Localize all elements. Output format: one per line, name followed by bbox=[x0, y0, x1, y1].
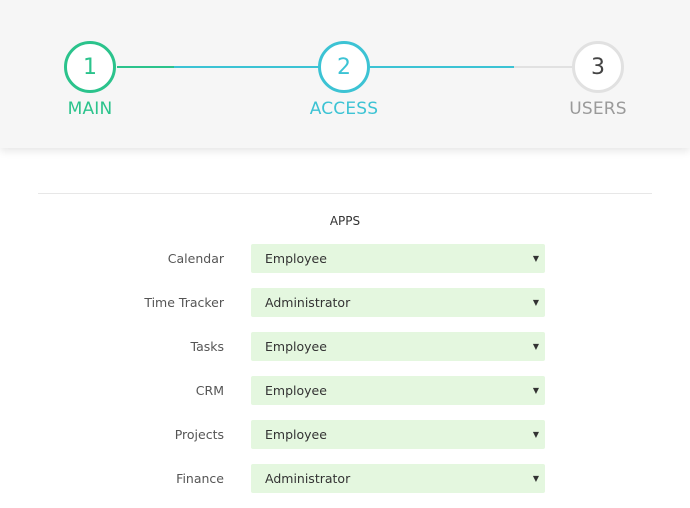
section-divider bbox=[38, 193, 652, 194]
calendar-role-select[interactable]: Employee ▼ bbox=[251, 244, 545, 273]
apps-section-title: APPS bbox=[329, 214, 361, 228]
select-value: Employee bbox=[265, 427, 327, 442]
app-row-tasks: Tasks Employee ▼ bbox=[0, 332, 690, 361]
step-3-label: USERS bbox=[569, 99, 627, 119]
step-1-label: MAIN bbox=[67, 99, 113, 119]
caret-down-icon: ▼ bbox=[532, 298, 539, 307]
select-value: Administrator bbox=[265, 295, 351, 310]
step-1-circle[interactable]: 1 bbox=[64, 41, 116, 93]
step-2-circle[interactable]: 2 bbox=[318, 41, 370, 93]
app-row-finance: Finance Administrator ▼ bbox=[0, 464, 690, 493]
finance-role-select[interactable]: Administrator ▼ bbox=[251, 464, 545, 493]
apps-permissions-list: Calendar Employee ▼ Time Tracker Adminis… bbox=[0, 244, 690, 508]
app-label: Time Tracker bbox=[144, 295, 224, 310]
time-tracker-role-select[interactable]: Administrator ▼ bbox=[251, 288, 545, 317]
caret-down-icon: ▼ bbox=[532, 254, 539, 263]
app-row-calendar: Calendar Employee ▼ bbox=[0, 244, 690, 273]
select-value: Employee bbox=[265, 251, 327, 266]
app-label: Projects bbox=[174, 427, 224, 442]
caret-down-icon: ▼ bbox=[532, 430, 539, 439]
progress-line-active-right bbox=[370, 66, 514, 68]
app-label: Calendar bbox=[167, 251, 224, 266]
step-2-label: ACCESS bbox=[309, 99, 379, 119]
caret-down-icon: ▼ bbox=[532, 342, 539, 351]
app-label: Finance bbox=[176, 471, 224, 486]
app-row-crm: CRM Employee ▼ bbox=[0, 376, 690, 405]
caret-down-icon: ▼ bbox=[532, 386, 539, 395]
progress-line-pending bbox=[514, 66, 573, 68]
progress-line-completed bbox=[117, 66, 174, 68]
app-row-time-tracker: Time Tracker Administrator ▼ bbox=[0, 288, 690, 317]
projects-role-select[interactable]: Employee ▼ bbox=[251, 420, 545, 449]
select-value: Employee bbox=[265, 339, 327, 354]
app-label: Tasks bbox=[190, 339, 225, 354]
caret-down-icon: ▼ bbox=[532, 474, 539, 483]
app-row-projects: Projects Employee ▼ bbox=[0, 420, 690, 449]
tasks-role-select[interactable]: Employee ▼ bbox=[251, 332, 545, 361]
app-label: CRM bbox=[195, 383, 224, 398]
step-3-circle[interactable]: 3 bbox=[572, 41, 624, 93]
select-value: Administrator bbox=[265, 471, 351, 486]
select-value: Employee bbox=[265, 383, 327, 398]
progress-line-active-left bbox=[174, 66, 320, 68]
wizard-stepper: 1 2 3 MAIN ACCESS USERS bbox=[0, 0, 690, 148]
crm-role-select[interactable]: Employee ▼ bbox=[251, 376, 545, 405]
